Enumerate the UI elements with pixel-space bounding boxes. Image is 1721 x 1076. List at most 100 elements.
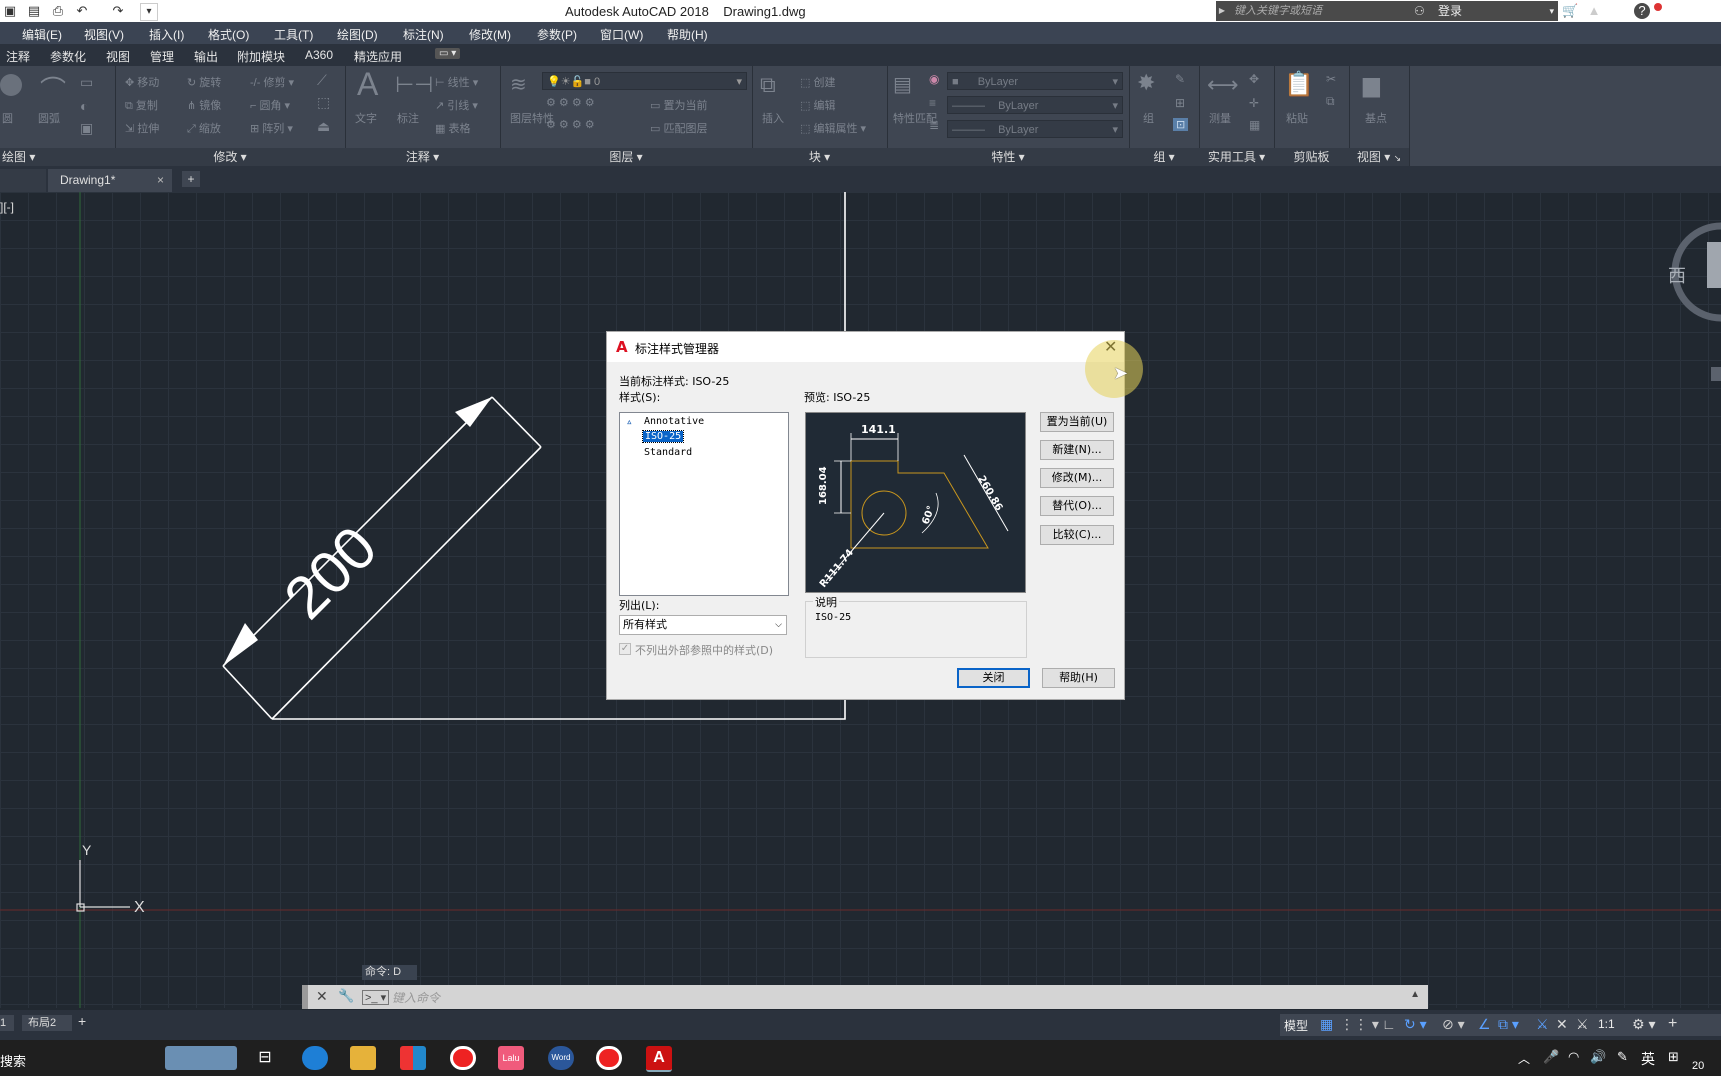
scale-tool[interactable]: ⤢ 缩放 — [187, 120, 221, 136]
command-prompt-icon[interactable]: >_ ▾ — [362, 990, 390, 1005]
match-layer[interactable]: ▭ 匹配图层 — [650, 120, 707, 136]
layer-combo[interactable]: 💡☀🔓■ 0 ▾ — [542, 72, 747, 90]
table-tool[interactable]: ▦ 表格 — [435, 120, 470, 136]
circle-tool-icon[interactable] — [0, 74, 22, 96]
wifi-icon[interactable]: ◠ — [1568, 1049, 1579, 1065]
search-input[interactable]: 键入关键字或短语 — [1228, 1, 1408, 21]
panel-title-annotation[interactable]: 注释 ▾ — [345, 148, 500, 166]
paste-icon[interactable]: 📋 — [1284, 70, 1314, 99]
panel-title-layers[interactable]: 图层 ▾ — [500, 148, 752, 166]
close-button[interactable]: 关闭 — [957, 668, 1030, 688]
search-highlight-image[interactable] — [165, 1046, 237, 1070]
style-item-iso25[interactable]: ISO-25 — [641, 430, 685, 443]
tray-up-icon[interactable]: ︿ — [1518, 1050, 1530, 1067]
command-history-expand-icon[interactable]: ▲ — [1410, 989, 1420, 1000]
tab-a360[interactable]: A360 — [305, 48, 333, 62]
signin-button[interactable]: ⚇ 登录 ▾ — [1408, 1, 1558, 21]
tab-drawing1[interactable]: Drawing1* × — [48, 169, 172, 192]
stretch-tool[interactable]: ⇲ 拉伸 — [125, 120, 159, 136]
edit-attributes[interactable]: ⬚ 编辑属性 ▾ — [800, 120, 866, 136]
list-select[interactable]: 所有样式 ⌵ — [619, 615, 787, 635]
menu-help[interactable]: 帮助(H) — [667, 26, 708, 43]
styles-listbox[interactable]: ▵ Annotative ISO-25 Standard — [619, 412, 789, 596]
rectangle-tool-icon[interactable]: ▭ — [80, 74, 93, 91]
tab-view[interactable]: 视图 — [106, 48, 130, 65]
set-current-layer[interactable]: ▭ 置为当前 — [650, 97, 707, 113]
compare-style-button[interactable]: 比较(C)... — [1040, 525, 1114, 545]
calculator-icon[interactable]: ▦ — [1249, 118, 1260, 132]
panel-title-modify[interactable]: 修改 ▾ — [115, 148, 345, 166]
new-style-button[interactable]: 新建(N)... — [1040, 440, 1114, 460]
annotation-scale-icon[interactable]: ⚔ — [1576, 1016, 1589, 1033]
tab-featured-apps[interactable]: 精选应用 — [354, 48, 402, 65]
panel-title-block[interactable]: 块 ▾ — [752, 148, 887, 166]
keyboard-icon[interactable]: ⊞ — [1668, 1049, 1679, 1065]
dimension-tool-icon[interactable]: ⊢⊣ — [395, 72, 433, 98]
annotation-visibility-icon[interactable]: ⚔ — [1536, 1016, 1549, 1033]
layer-tools-row1-icons[interactable]: ⚙ ⚙ ⚙ ⚙ — [546, 96, 595, 109]
style-item-annotative[interactable]: Annotative — [644, 416, 704, 427]
lineweight-icon[interactable]: ≡ — [929, 96, 936, 110]
menu-dimension[interactable]: 标注(N) — [403, 26, 444, 43]
volume-icon[interactable]: 🔊 — [1590, 1049, 1606, 1065]
cut-icon[interactable]: ✂ — [1326, 72, 1336, 86]
snap-icon[interactable]: ⋮⋮ ▾ — [1340, 1016, 1379, 1033]
linetype-combo[interactable]: ——— ByLayer ▾ — [947, 120, 1123, 138]
saveas-icon[interactable]: ▤ — [26, 3, 42, 19]
match-properties-icon[interactable]: ▤ — [893, 72, 912, 97]
modify-style-button[interactable]: 修改(M)... — [1040, 468, 1114, 488]
text-tool-icon[interactable]: A — [357, 66, 378, 103]
cart-icon[interactable]: 🛒 — [1562, 3, 1578, 19]
copy-clip-icon[interactable]: ⧉ — [1326, 94, 1335, 109]
help-button[interactable]: 帮助(H) — [1042, 668, 1115, 688]
ortho-icon[interactable]: ∟ — [1382, 1016, 1396, 1032]
region-tool-icon[interactable]: ▣ — [80, 120, 93, 137]
start-tab[interactable] — [0, 169, 46, 192]
linetype-icon[interactable]: ≣ — [929, 118, 939, 132]
fillet-tool[interactable]: ⌐ 圆角 ▾ — [250, 97, 290, 113]
redo-icon[interactable]: ↷ — [110, 3, 126, 19]
edit-block[interactable]: ⬚ 编辑 — [800, 97, 835, 113]
workspace-gear-icon[interactable]: ⚙ ▾ — [1632, 1016, 1655, 1033]
ribbon-toggle-icon[interactable]: ▭ ▾ — [435, 48, 461, 59]
autocad-taskbar-icon[interactable]: A — [646, 1046, 672, 1072]
screen-recorder-icon[interactable] — [596, 1046, 622, 1070]
copy-tool[interactable]: ⧉ 复制 — [125, 97, 158, 113]
store-icon[interactable] — [400, 1046, 426, 1070]
clock-fragment[interactable]: 20 — [1692, 1060, 1704, 1072]
override-style-button[interactable]: 替代(O)... — [1040, 496, 1114, 516]
array-tool[interactable]: ⊞ 阵列 ▾ — [250, 120, 293, 136]
save-icon[interactable]: ▣ — [2, 3, 18, 19]
menu-parametric[interactable]: 参数(P) — [537, 26, 577, 43]
edge-icon[interactable] — [302, 1046, 328, 1070]
ime-label[interactable]: 英 — [1641, 1049, 1655, 1069]
file-explorer-icon[interactable] — [350, 1046, 376, 1070]
menu-view[interactable]: 视图(V) — [84, 26, 124, 43]
wrench-icon[interactable]: 🔧 — [338, 988, 354, 1004]
add-layout-icon[interactable]: + — [78, 1013, 86, 1029]
menu-edit[interactable]: 编辑(E) — [22, 26, 62, 43]
osnap-icon[interactable]: ⊘ ▾ — [1442, 1016, 1465, 1033]
linear-tool[interactable]: ⊢ 线性 ▾ — [435, 74, 478, 90]
command-grip[interactable] — [302, 985, 308, 1009]
style-item-standard[interactable]: Standard — [644, 447, 692, 458]
help-icon[interactable]: ? — [1634, 3, 1650, 19]
tab-parametric[interactable]: 参数化 — [50, 48, 86, 65]
group-select-icon[interactable]: ⊡ — [1173, 118, 1189, 131]
dialog-title-bar[interactable]: A 标注样式管理器 ✕ — [607, 332, 1124, 362]
polar-icon[interactable]: ↻ ▾ — [1404, 1016, 1427, 1033]
annotation-scale-value[interactable]: 1:1 — [1598, 1017, 1615, 1031]
menu-format[interactable]: 格式(O) — [208, 26, 249, 43]
menu-modify[interactable]: 修改(M) — [469, 26, 511, 43]
panel-title-draw[interactable]: 绘图 ▾ — [0, 148, 115, 166]
layer-properties-icon[interactable]: ≋ — [510, 72, 527, 97]
mirror-tool[interactable]: ⋔ 镜像 — [187, 97, 221, 113]
group-icon[interactable]: ✸ — [1137, 70, 1155, 96]
point-id-icon[interactable]: ✛ — [1249, 96, 1259, 110]
tab-addins[interactable]: 附加模块 — [237, 48, 285, 65]
tab-layout1[interactable]: 1 — [0, 1015, 14, 1031]
notification-icon[interactable] — [1654, 3, 1662, 11]
exclude-xref-checkbox[interactable]: ✓ — [619, 643, 631, 655]
taskbar-search[interactable]: 搜索 — [0, 1051, 26, 1070]
selection-cycling-icon[interactable]: ⧉ ▾ — [1498, 1016, 1519, 1033]
